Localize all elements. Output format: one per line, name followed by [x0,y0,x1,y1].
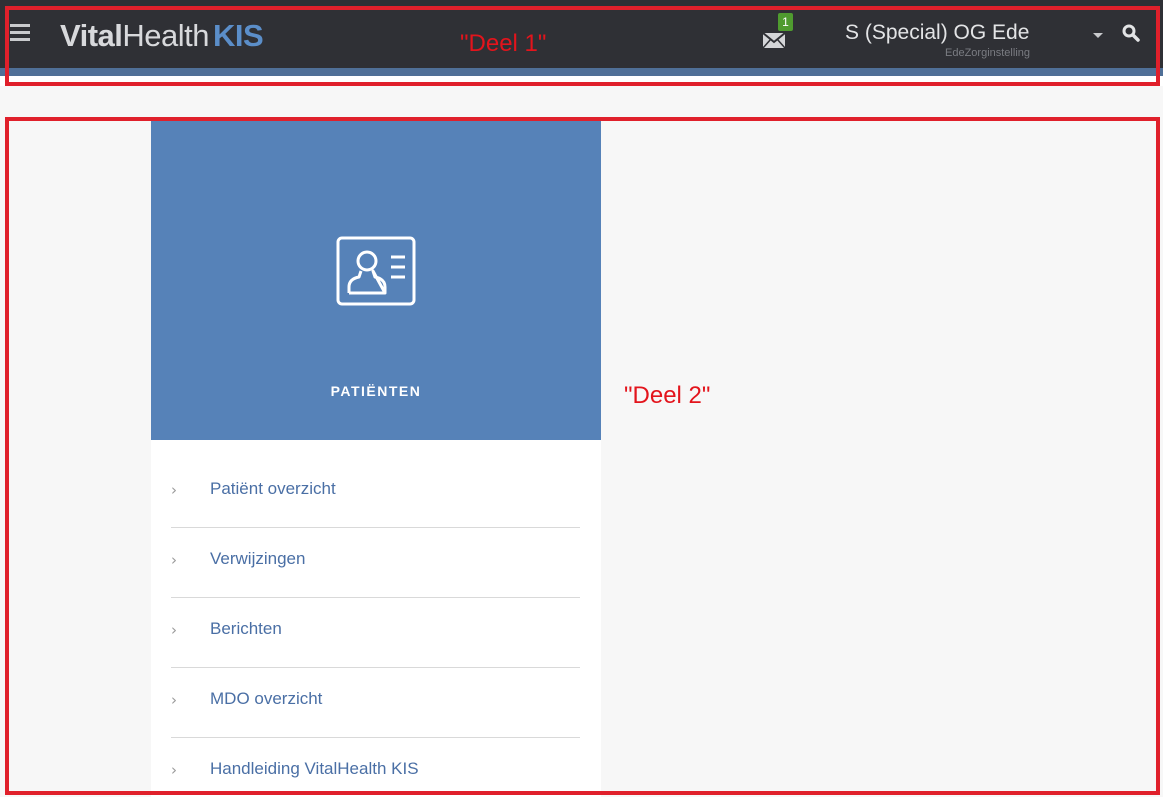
search-icon[interactable] [1121,23,1141,43]
patient-card-icon [335,235,417,307]
patients-tile[interactable]: PATIËNTEN [151,121,601,440]
menu-item-berichten[interactable]: › Berichten [171,598,580,668]
user-name: S (Special) OG Ede [845,21,1030,44]
app-logo[interactable]: VitalHealth KIS [60,18,264,54]
chevron-right-icon: › [171,761,177,779]
menu-item-patient-overzicht[interactable]: › Patiënt overzicht [171,458,580,528]
menu-item-verwijzingen[interactable]: › Verwijzingen [171,528,580,598]
chevron-right-icon: › [171,621,177,639]
mail-count-badge: 1 [778,13,793,31]
menu-item-label[interactable]: Patiënt overzicht [210,479,336,499]
patients-tile-title: PATIËNTEN [330,383,422,399]
chevron-right-icon: › [171,691,177,709]
envelope-icon[interactable] [762,28,786,50]
user-organisation: EdeZorginstelling [945,47,1030,59]
annotation-label-deel-1: "Deel 1" [460,30,547,57]
top-navigation-bar: VitalHealth KIS 1 S (Special) OG Ede EdeZ… [0,0,1163,76]
chevron-right-icon: › [171,481,177,499]
annotation-label-deel-2: "Deel 2" [624,382,711,409]
hamburger-icon[interactable] [10,24,30,41]
chevron-right-icon: › [171,551,177,569]
brand-health: Health [122,18,210,53]
menu-item-label[interactable]: Berichten [210,619,282,639]
brand-vital: Vital [60,18,123,53]
user-menu[interactable]: S (Special) OG Ede EdeZorginstelling [845,20,1103,59]
menu-item-label[interactable]: MDO overzicht [210,689,322,709]
header-accent-stripe [0,68,1163,76]
caret-down-icon[interactable] [1093,33,1103,38]
menu-item-label[interactable]: Verwijzingen [210,549,305,569]
patients-menu: › Patiënt overzicht › Verwijzingen › Ber… [151,440,601,797]
brand-kis: KIS [213,18,264,53]
menu-item-mdo-overzicht[interactable]: › MDO overzicht [171,668,580,738]
menu-item-label[interactable]: Handleiding VitalHealth KIS [210,759,419,779]
menu-item-handleiding[interactable]: › Handleiding VitalHealth KIS [171,738,580,797]
